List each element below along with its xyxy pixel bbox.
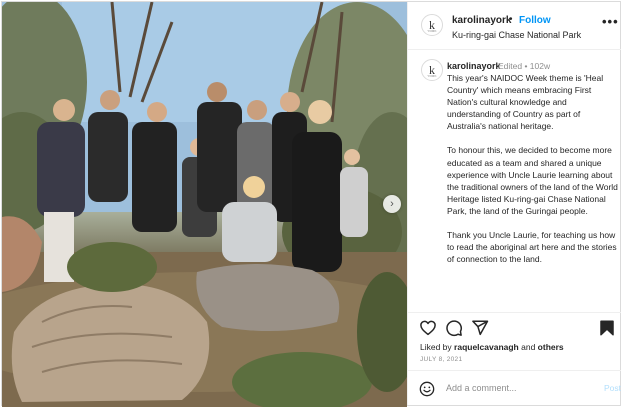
avatar[interactable]: k YORK: [421, 14, 443, 36]
avatar-wordmark: YORK: [427, 74, 437, 78]
comment-bar: Post: [408, 370, 621, 405]
heart-icon[interactable]: [419, 319, 437, 337]
next-photo-button[interactable]: ›: [383, 195, 401, 213]
likes-and: and: [518, 342, 538, 352]
likes-summary: Liked by raquelcavanagh and others: [420, 342, 564, 352]
caption-paragraph: Thank you Uncle Laurie, for teaching us …: [447, 230, 617, 265]
photo-illustration: [2, 2, 407, 407]
emoji-icon[interactable]: [419, 381, 435, 397]
likes-prefix: Liked by: [420, 342, 455, 352]
post-comment-button[interactable]: Post: [604, 383, 621, 393]
more-horizontal-icon[interactable]: •••: [602, 14, 619, 29]
caption-avatar[interactable]: k YORK: [421, 59, 443, 81]
likes-others-link[interactable]: others: [538, 342, 564, 352]
bookmark-icon[interactable]: [598, 319, 616, 337]
header-username[interactable]: karolinayork: [452, 15, 511, 26]
action-bar: Liked by raquelcavanagh and others JULY …: [408, 312, 621, 370]
caption-text: This year's NAIDOC Week theme is 'Heal C…: [447, 72, 619, 277]
post-sidebar: k YORK karolinayork • Follow Ku-ring-gai…: [407, 2, 621, 405]
post-date[interactable]: JULY 8, 2021: [420, 356, 462, 363]
comment-icon[interactable]: [445, 319, 463, 337]
caption-area: k YORK karolinayork Edited • 102w This y…: [408, 50, 621, 312]
caption-username[interactable]: karolinayork: [447, 61, 501, 71]
location-link[interactable]: Ku-ring-gai Chase National Park: [452, 30, 581, 40]
instagram-post: › k YORK karolinayork • Follow Ku-ring-g…: [1, 1, 621, 407]
follow-button[interactable]: Follow: [519, 15, 551, 26]
caption-paragraph: To honour this, we decided to become mor…: [447, 145, 618, 216]
caption-meta: Edited • 102w: [498, 61, 551, 71]
post-photo[interactable]: ›: [2, 2, 407, 407]
chevron-right-icon: ›: [390, 197, 394, 210]
comment-input[interactable]: [446, 381, 586, 395]
liked-by-user-link[interactable]: raquelcavanagh: [454, 342, 519, 352]
caption-paragraph: This year's NAIDOC Week theme is 'Heal C…: [447, 73, 604, 132]
avatar-wordmark: YORK: [427, 29, 437, 33]
header-separator: •: [509, 14, 513, 25]
post-header: k YORK karolinayork • Follow Ku-ring-gai…: [408, 2, 621, 50]
send-icon[interactable]: [471, 319, 489, 337]
